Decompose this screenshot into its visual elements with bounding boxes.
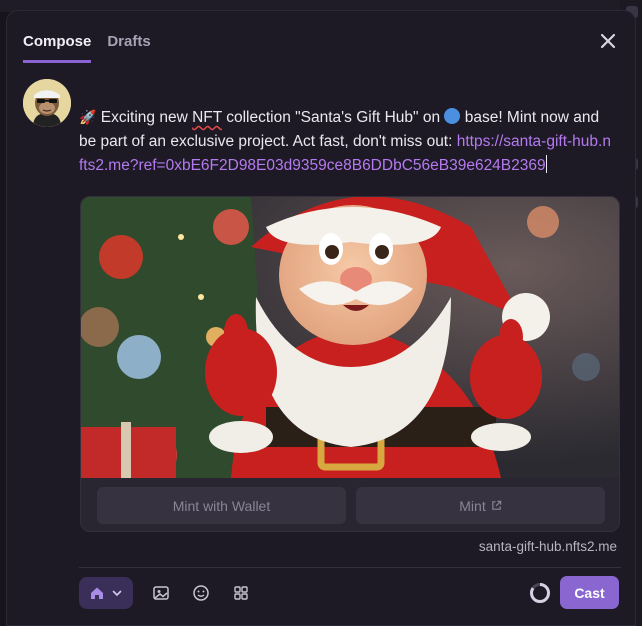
mint-with-wallet-label: Mint with Wallet [172, 497, 271, 514]
post-text-part2: collection "Santa's Gift Hub" on [221, 109, 445, 126]
embed-card[interactable]: Mint with Wallet Mint [80, 196, 620, 532]
character-count-ring [530, 583, 550, 603]
close-icon [600, 33, 616, 49]
toolbar-divider [79, 567, 621, 568]
compose-tabs: Compose Drafts [23, 33, 167, 63]
mint-with-wallet-button[interactable]: Mint with Wallet [97, 487, 346, 524]
compose-toolbar [79, 577, 251, 609]
post-text-nft: NFT [192, 109, 222, 126]
embed-image[interactable] [81, 197, 619, 478]
tab-compose[interactable]: Compose [23, 33, 92, 63]
tab-drafts[interactable]: Drafts [107, 33, 150, 63]
mint-button[interactable]: Mint [356, 487, 605, 524]
embed-actions: Mint with Wallet Mint [81, 478, 619, 531]
cast-text-input[interactable]: 🚀 Exciting new NFT collection "Santa's G… [79, 105, 615, 178]
embed-domain: santa-gift-hub.nfts2.me [478, 539, 617, 554]
compose-modal: Compose Drafts 🚀 Exciting new NFT collec… [6, 10, 636, 626]
close-button[interactable] [599, 32, 617, 50]
home-icon [91, 587, 103, 599]
text-caret [545, 155, 547, 173]
chevron-down-icon [112, 590, 122, 597]
rocket-icon: 🚀 [79, 109, 97, 125]
globe-icon [444, 108, 461, 124]
avatar [23, 79, 71, 127]
external-link-icon [491, 500, 501, 510]
post-text-part1: Exciting new [96, 109, 193, 126]
mint-label: Mint [459, 497, 486, 514]
image-icon[interactable] [151, 583, 171, 603]
emoji-icon[interactable] [191, 583, 211, 603]
channel-select-button[interactable] [79, 577, 133, 609]
apps-grid-icon[interactable] [231, 583, 251, 603]
cast-button[interactable]: Cast [560, 576, 619, 609]
